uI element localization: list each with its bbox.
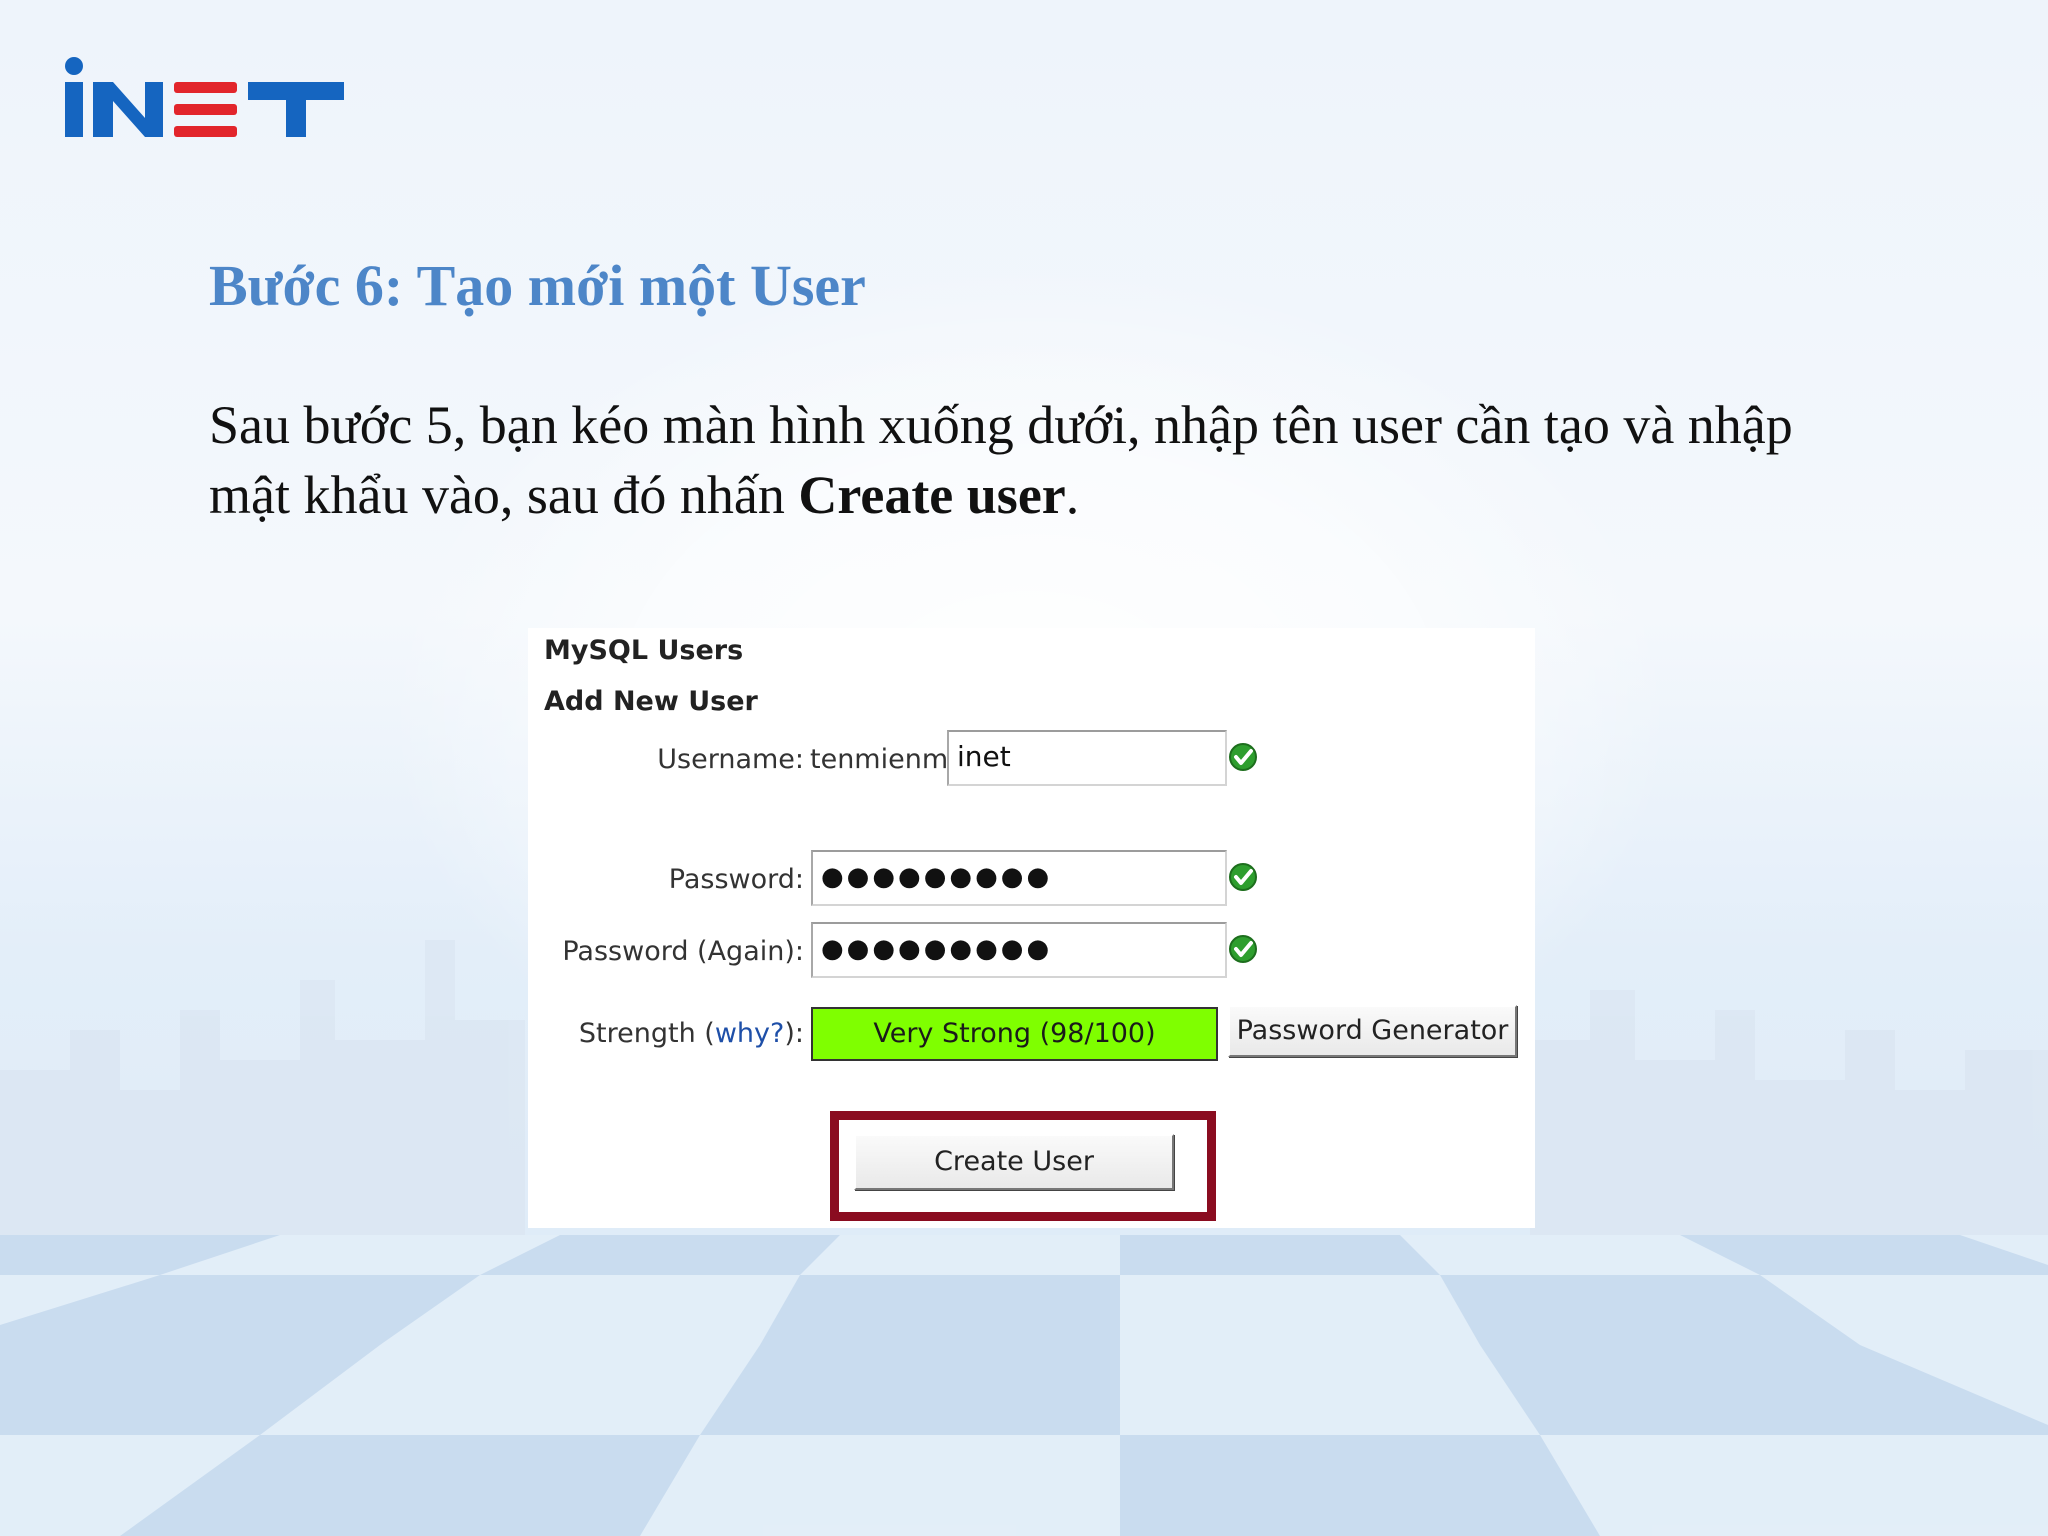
- section-title: MySQL Users: [544, 635, 744, 666]
- username-label: Username:: [657, 744, 804, 775]
- body-text-end: .: [1065, 465, 1080, 525]
- strength-label-start: Strength (: [578, 1018, 715, 1049]
- check-circle-icon: [1229, 743, 1257, 771]
- username-prefix: tenmienm_: [810, 744, 962, 775]
- slide-title: Bước 6: Tạo mới một User: [209, 253, 866, 318]
- body-text-bold: Create user: [798, 465, 1066, 525]
- check-circle-icon: [1229, 863, 1257, 891]
- password-again-input[interactable]: ●●●●●●●●●: [811, 922, 1227, 978]
- strength-label: Strength (why?):: [579, 1018, 804, 1049]
- password-input[interactable]: ●●●●●●●●●: [811, 850, 1227, 906]
- cpanel-screenshot: MySQL Users Add New User Username: tenmi…: [528, 628, 1535, 1228]
- create-user-button[interactable]: Create User: [854, 1134, 1174, 1190]
- check-circle-icon: [1229, 935, 1257, 963]
- password-label: Password:: [668, 864, 804, 895]
- username-input[interactable]: inet: [947, 730, 1227, 786]
- subsection-title: Add New User: [544, 686, 758, 717]
- strength-label-end: ):: [784, 1018, 804, 1049]
- why-link[interactable]: why?: [715, 1018, 785, 1049]
- password-again-label: Password (Again):: [562, 936, 804, 967]
- tiled-floor-background: [0, 1235, 2048, 1536]
- inet-logo: [65, 57, 344, 137]
- password-generator-button[interactable]: Password Generator: [1228, 1005, 1517, 1057]
- password-strength-meter: Very Strong (98/100): [811, 1007, 1218, 1061]
- slide-body-text: Sau bước 5, bạn kéo màn hình xuống dưới,…: [209, 390, 1859, 530]
